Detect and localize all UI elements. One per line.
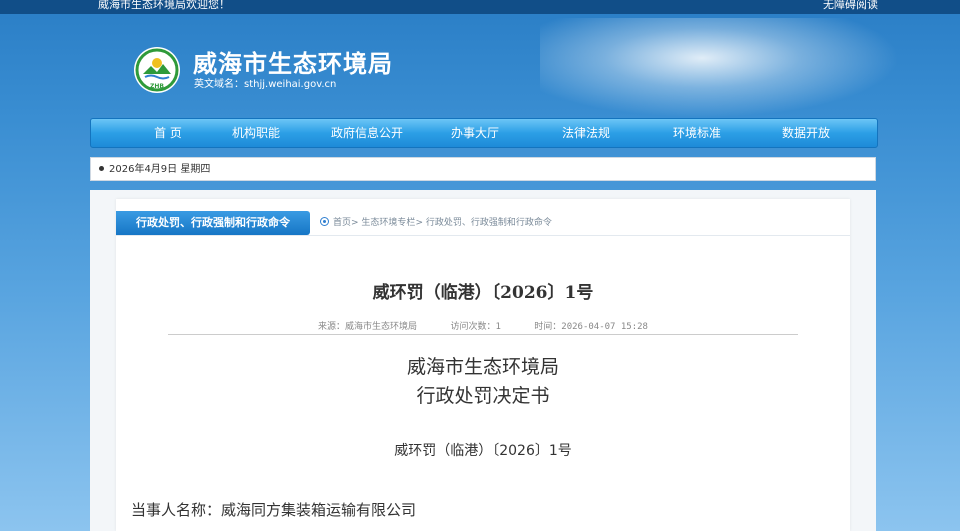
main-nav: 首 页 机构职能 政府信息公开 办事大厅 法律法规 环境标准 数据开放 [90,118,878,148]
meta-divider [168,334,798,335]
site-title: 威海市生态环境局 [193,50,393,78]
party-name: 当事人名称：威海同方集装箱运输有限公司 [131,501,417,519]
article-meta: 来源：威海市生态环境局 访问次数：1 时间：2026-04-07 15:28 [116,319,850,332]
date-bar: 2026年4月9日 星期四 [90,157,876,181]
logo-text: ZHB [150,83,164,90]
nav-item-open-data[interactable]: 数据开放 [782,119,830,147]
nav-item-functions[interactable]: 机构职能 [232,119,280,147]
bullet-icon [99,166,104,171]
welcome-text: 威海市生态环境局欢迎您！ [98,0,230,11]
breadcrumb: 首页> 生态环境专栏> 行政处罚、行政强制和行政命令 [320,216,552,230]
breadcrumb-separator: > [351,218,362,228]
logo-emblem-icon: ZHB [134,47,180,93]
current-date: 2026年4月9日 星期四 [109,164,211,175]
section-tab[interactable]: 行政处罚、行政强制和行政命令 [116,211,310,235]
site-domain: 英文域名：sthjj.weihai.gov.cn [194,79,337,90]
article-title: 威环罚（临港）〔2026〕1号 [372,283,594,303]
section-divider [116,235,850,236]
top-bar: 威海市生态环境局欢迎您！ 无障碍阅读 [0,0,960,14]
article-visits: 访问次数：1 [450,322,501,332]
article-source: 来源：威海市生态环境局 [318,322,418,332]
nav-item-gov-info[interactable]: 政府信息公开 [331,119,403,147]
breadcrumb-home[interactable]: 首页 [333,218,351,228]
document-agency: 威海市生态环境局 [406,356,559,378]
document-type: 行政处罚决定书 [416,385,550,407]
banner-decoration [540,18,900,118]
document-number: 威环罚（临港）〔2026〕1号 [394,443,572,459]
article-time: 时间：2026-04-07 15:28 [534,322,648,332]
nav-item-env-standards[interactable]: 环境标准 [673,119,721,147]
breadcrumb-separator: > [415,218,426,228]
breadcrumb-current[interactable]: 行政处罚、行政强制和行政命令 [426,218,552,228]
nav-item-laws[interactable]: 法律法规 [562,119,610,147]
breadcrumb-column[interactable]: 生态环境专栏 [361,218,415,228]
site-logo[interactable]: ZHB [133,46,181,94]
nav-item-service-hall[interactable]: 办事大厅 [451,119,499,147]
location-icon [320,217,329,226]
accessible-reading-link[interactable]: 无障碍阅读 [823,0,878,10]
nav-item-home[interactable]: 首 页 [154,119,182,147]
